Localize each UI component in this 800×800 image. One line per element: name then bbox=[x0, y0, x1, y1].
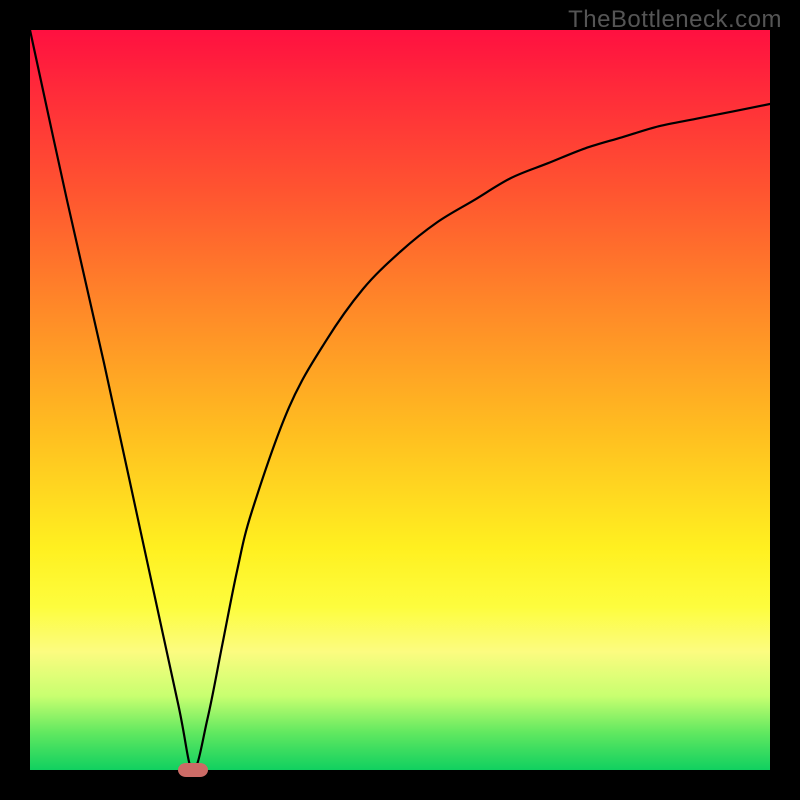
bottleneck-marker bbox=[178, 763, 208, 777]
plot-area bbox=[30, 30, 770, 770]
chart-frame: TheBottleneck.com bbox=[0, 0, 800, 800]
bottleneck-curve bbox=[30, 30, 770, 770]
